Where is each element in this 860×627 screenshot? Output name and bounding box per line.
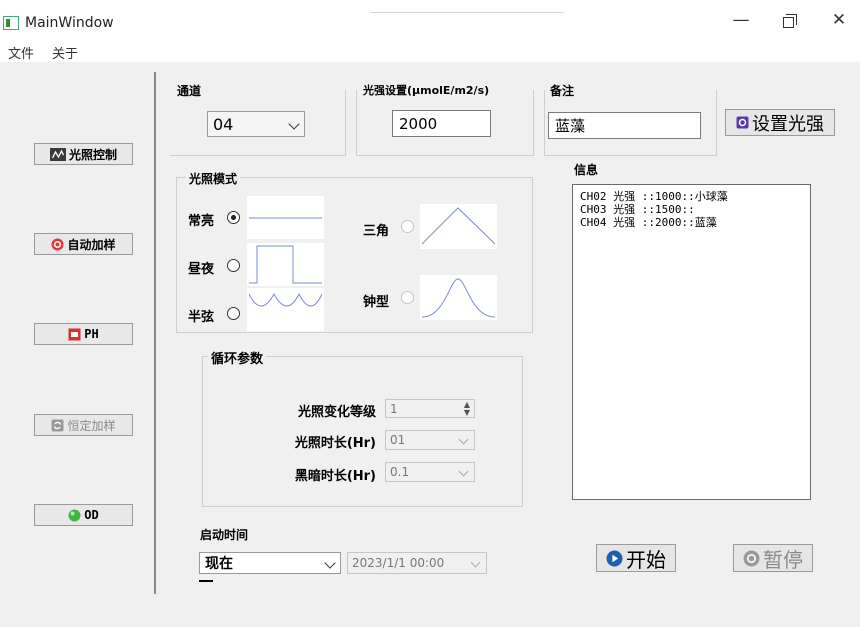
mode-halfsine-radio[interactable] [227,307,240,320]
constant-sample-label: 恒定加样 [67,418,116,433]
spin-arrows-icon: ▲ ▼ [463,400,470,417]
mode-constant-label: 常亮 [188,214,215,229]
start-button[interactable]: 开始 [596,544,676,572]
light-setting-label: 光强设置(μmolE/m2/s) [363,84,490,97]
constant-sample-button[interactable]: 恒定加样 [34,414,133,436]
ph-button[interactable]: PH [34,323,133,345]
gear-icon [736,116,749,129]
bell-wave-icon [420,275,497,320]
maximize-icon[interactable] [783,14,797,28]
pause-icon [743,550,760,566]
triangle-wave-icon [420,204,497,249]
green-ball-icon [68,509,81,521]
refresh-icon [51,419,64,431]
start-datetime-value: 2023/1/1 00:00 [352,556,445,570]
sidebar-divider [154,72,156,594]
halfsine-wave-icon [247,288,324,331]
note-input[interactable]: 蓝藻 [548,112,701,139]
wave-icon [49,147,66,161]
dark-duration-value: 0.1 [390,465,410,479]
light-control-label: 光照控制 [68,147,117,162]
set-light-label: 设置光强 [752,113,824,135]
channel-label: 通道 [177,84,202,98]
pause-label: 暂停 [763,547,803,572]
chevron-down-icon [458,466,469,477]
mode-daynight-radio[interactable] [227,259,240,272]
mode-halfsine-label: 半弦 [188,310,215,325]
od-button[interactable]: OD [34,504,133,526]
light-duration-value: 01 [390,433,406,447]
info-log: CH02 光强 ::1000::小球藻 CH03 光强 ::1500:: CH0… [572,184,811,500]
chevron-down-icon [458,434,469,445]
chevron-down-icon [470,557,481,568]
set-light-button[interactable]: 设置光强 [725,109,835,136]
info-label: 信息 [574,163,599,177]
od-label: OD [84,508,99,522]
mode-constant-radio[interactable] [227,211,240,224]
light-duration-label: 光照时长(Hr) [294,436,376,451]
start-mode-select[interactable]: 现在 [199,552,341,574]
light-intensity-input[interactable]: 2000 [392,110,491,137]
app-icon [3,16,19,30]
chevron-down-icon [324,557,336,569]
info-line: CH04 光强 ::2000::蓝藻 [580,216,717,229]
level-label: 光照变化等级 [297,405,376,420]
daynight-wave-icon [247,243,324,286]
auto-sample-label: 自动加样 [67,237,116,252]
light-mode-label: 光照模式 [186,170,241,187]
mode-daynight-label: 昼夜 [188,262,215,277]
chevron-down-icon [288,118,300,130]
cycle-params-label: 循环参数 [208,348,267,367]
menu-about[interactable]: 关于 [52,43,78,62]
ph-label: PH [84,327,99,341]
minimize-icon[interactable]: — [726,10,756,30]
channel-select[interactable]: 04 [207,111,305,137]
dark-duration-select[interactable]: 0.1 [385,462,475,482]
start-label: 开始 [626,547,666,572]
light-duration-select[interactable]: 01 [385,430,475,450]
close-icon[interactable]: ✕ [824,10,854,30]
info-line: CH02 光强 ::1000::小球藻 [580,190,728,203]
channel-value: 04 [213,114,234,134]
info-line: CH03 光强 ::1500:: [580,203,695,216]
start-time-label: 启动时间 [200,528,249,542]
start-datetime-picker[interactable]: 2023/1/1 00:00 [347,552,487,574]
mode-bell-label: 钟型 [363,295,390,310]
auto-sample-button[interactable]: 自动加样 [34,233,133,255]
menu-bar [0,40,860,62]
start-mode-value: 现在 [205,556,233,572]
mode-bell-radio[interactable] [401,291,414,304]
dark-duration-label: 黑暗时长(Hr) [294,469,376,484]
pause-button[interactable]: 暂停 [733,544,813,572]
menu-file[interactable]: 文件 [8,43,34,62]
start-mode-underline [199,580,213,582]
level-spinbox[interactable]: 1 ▲ ▼ [385,399,475,418]
window-title: MainWindow [25,15,114,31]
ph-icon [68,328,81,340]
target-icon [51,238,64,250]
mode-triangle-radio[interactable] [401,220,414,233]
level-value: 1 [390,401,398,416]
note-label: 备注 [550,84,575,98]
light-control-button[interactable]: 光照控制 [34,143,133,165]
play-icon [606,550,623,566]
constant-wave-icon [247,196,324,239]
title-divider [370,12,564,13]
mode-triangle-label: 三角 [363,224,390,239]
